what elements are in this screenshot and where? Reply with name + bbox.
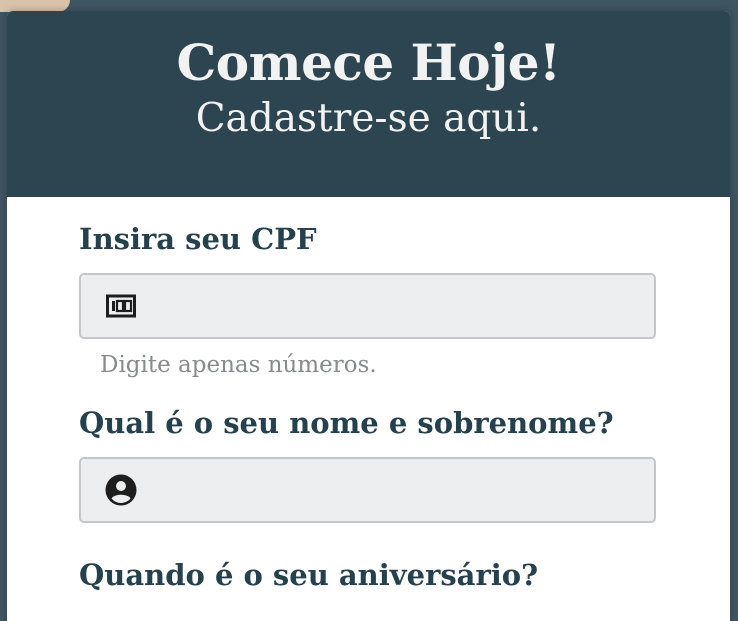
signup-card: Comece Hoje! Cadastre-se aqui. Insira se… [7, 11, 730, 621]
name-input[interactable] [139, 459, 654, 521]
card-header: Comece Hoje! Cadastre-se aqui. [7, 11, 730, 197]
page-subtitle: Cadastre-se aqui. [195, 96, 542, 141]
name-label: Qual é o seu nome e sobrenome? [79, 406, 614, 440]
cpf-hint: Digite apenas números. [100, 352, 377, 378]
name-field[interactable] [79, 457, 656, 523]
page-title: Comece Hoje! [176, 33, 561, 92]
numeric-keypad-icon [103, 294, 139, 318]
account-circle-icon [103, 474, 139, 506]
birthday-label: Quando é o seu aniversário? [79, 558, 539, 592]
cpf-field[interactable] [79, 273, 656, 339]
cpf-label: Insira seu CPF [79, 222, 317, 256]
signup-form: Insira seu CPF Digite apenas números. Qu… [7, 197, 730, 593]
cpf-input[interactable] [139, 275, 654, 337]
